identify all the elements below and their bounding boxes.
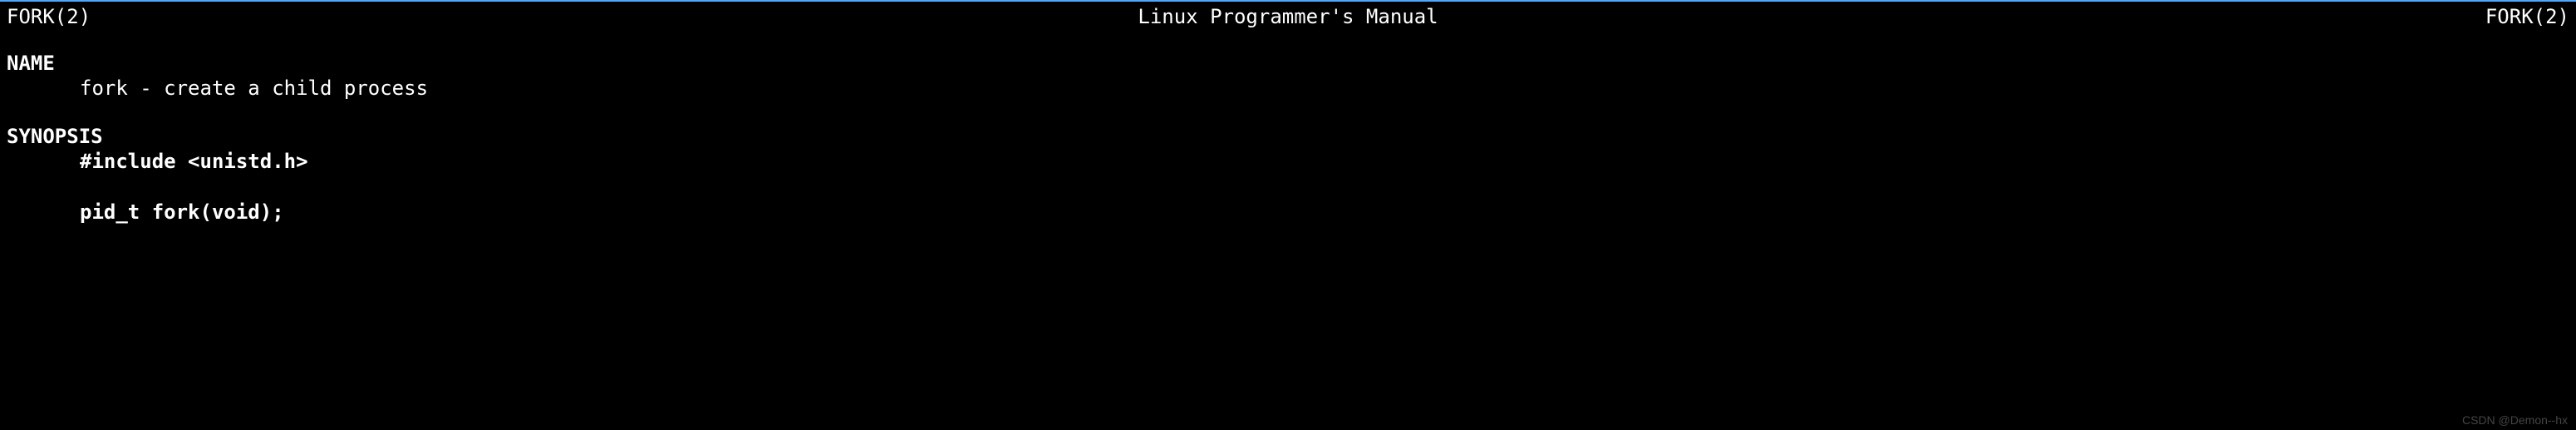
- name-body: fork - create a child process: [0, 75, 2576, 101]
- synopsis-include: #include <unistd.h>: [0, 148, 2576, 175]
- watermark: CSDN @Demon--hx: [2462, 413, 2568, 427]
- header-center: Linux Programmer's Manual: [1138, 5, 1438, 28]
- section-heading-name: NAME: [0, 52, 2576, 75]
- synopsis-prototype: pid_t fork(void);: [0, 199, 2576, 225]
- header-left: FORK(2): [7, 5, 91, 28]
- blank-line: [0, 175, 2576, 199]
- manpage-header: FORK(2) Linux Programmer's Manual FORK(2…: [0, 2, 2576, 28]
- header-right: FORK(2): [2485, 5, 2569, 28]
- section-heading-synopsis: SYNOPSIS: [0, 125, 2576, 148]
